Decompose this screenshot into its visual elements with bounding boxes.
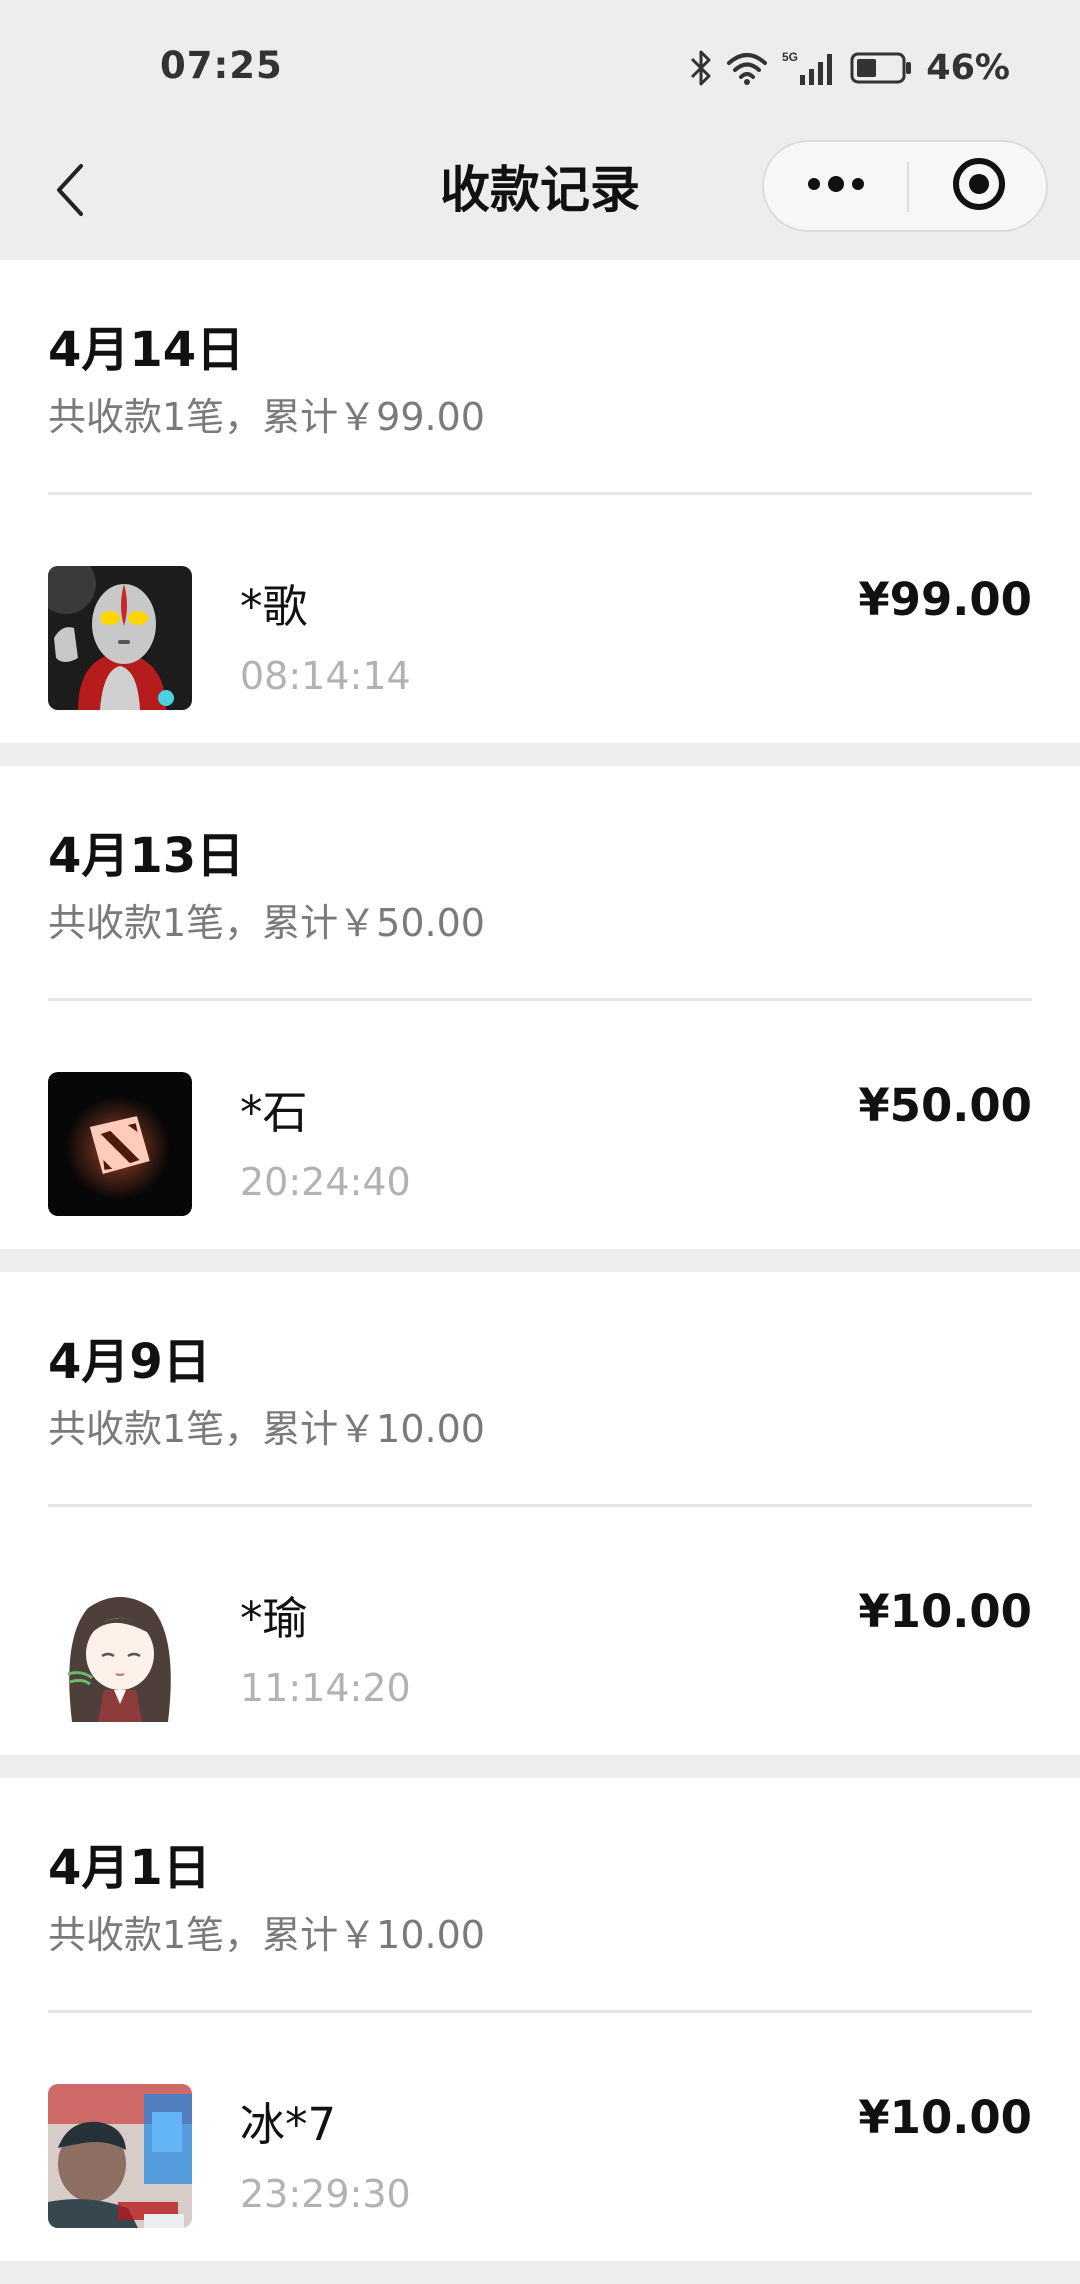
- day-summary: 共收款1笔，累计￥10.00: [48, 1913, 485, 1957]
- dota-logo-avatar: [48, 1072, 192, 1216]
- payment-amount: ¥10.00: [858, 1585, 1032, 1638]
- more-dots-icon: [804, 174, 868, 198]
- bluetooth-icon: [690, 49, 712, 87]
- wifi-icon: [726, 51, 768, 85]
- status-time: 07:25: [160, 44, 283, 87]
- svg-text:5G: 5G: [782, 50, 798, 64]
- battery-icon: [850, 51, 912, 85]
- payer-name: *石: [240, 1086, 308, 1139]
- 5g-signal-icon: 5G: [782, 49, 836, 87]
- day-date: 4月1日: [48, 1840, 211, 1896]
- status-bar: 07:25 5G 46%: [0, 0, 1080, 130]
- day-group: 4月9日 共收款1笔，累计￥10.00 *瑜 11:14:20 ¥10.00: [0, 1272, 1080, 1755]
- payment-amount: ¥50.00: [858, 1079, 1032, 1132]
- more-button[interactable]: [764, 142, 907, 230]
- status-icons: 5G 46%: [690, 44, 1010, 92]
- payment-time: 23:29:30: [240, 2172, 411, 2216]
- battery-percentage: 46%: [926, 48, 1010, 88]
- payment-amount: ¥99.00: [858, 573, 1032, 626]
- ultraman-avatar: [48, 566, 192, 710]
- payer-name: *歌: [240, 580, 308, 633]
- mini-program-capsule: [762, 140, 1048, 232]
- close-button[interactable]: [909, 142, 1048, 230]
- payment-amount: ¥10.00: [858, 2091, 1032, 2144]
- day-date: 4月14日: [48, 322, 245, 378]
- day-date: 4月9日: [48, 1334, 211, 1390]
- day-summary: 共收款1笔，累计￥10.00: [48, 1407, 485, 1451]
- nav-bar: 收款记录: [0, 130, 1080, 260]
- day-date: 4月13日: [48, 828, 245, 884]
- day-group: 4月1日 共收款1笔，累计￥10.00 冰*7 23:29:30 ¥10.00: [0, 1778, 1080, 2261]
- payer-name: *瑜: [240, 1592, 308, 1645]
- record-list: 4月14日 共收款1笔，累计￥99.00 *歌 08:14:14 ¥99.00: [0, 260, 1080, 2284]
- day-group: 4月14日 共收款1笔，累计￥99.00 *歌 08:14:14 ¥99.00: [0, 260, 1080, 743]
- day-group: 4月13日 共收款1笔，累计￥50.00 *石 20:24:40 ¥50.00: [0, 766, 1080, 1249]
- payment-time: 08:14:14: [240, 654, 411, 698]
- photo-person-avatar: [48, 2084, 192, 2228]
- payment-time: 20:24:40: [240, 1160, 411, 1204]
- payment-time: 11:14:20: [240, 1666, 411, 1710]
- day-summary: 共收款1笔，累计￥99.00: [48, 395, 485, 439]
- payer-name: 冰*7: [240, 2098, 337, 2151]
- target-close-icon: [951, 156, 1007, 216]
- day-summary: 共收款1笔，累计￥50.00: [48, 901, 485, 945]
- anime-girl-avatar: [48, 1578, 192, 1722]
